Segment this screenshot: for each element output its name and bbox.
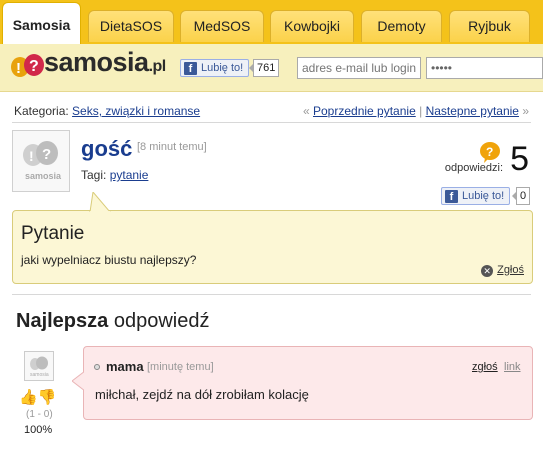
svg-text:?: ? [29,58,39,75]
tab-dietasos[interactable]: DietaSOS [88,10,174,42]
svg-text:?: ? [42,146,51,163]
default-avatar-icon: samosia [30,356,49,378]
question-bubble: Pytanie jaki wypelniacz biustu najlepszy… [12,192,533,284]
question-title: Pytanie [21,223,85,244]
tab-kowbojki[interactable]: Kowbojki [270,10,354,42]
answers-count: 5 [510,140,529,178]
facebook-like-count: 761 [248,59,280,77]
question-navigation: « Poprzednie pytanie | Nastepne pytanie … [303,104,529,118]
top-tab-bar: Samosia DietaSOS MedSOS Kowbojki Demoty … [0,0,543,44]
tab-ryjbuk[interactable]: Ryjbuk [449,10,530,42]
answer-author-name[interactable]: mama [106,359,144,374]
site-logo-text[interactable]: samosia.pl [44,47,166,78]
category-link[interactable]: Seks, związki i romanse [72,104,200,118]
login-email-input[interactable] [297,57,421,79]
login-password-input[interactable] [426,57,543,79]
best-answer-heading: Najlepsza odpowiedź [16,310,210,332]
report-question-link[interactable]: ✕ Zgłoś [481,264,524,277]
tab-demoty[interactable]: Demoty [361,10,442,42]
tags-label: Tagi: [81,168,107,182]
facebook-like-label: Lubię to! [462,190,505,202]
answers-count-label: odpowiedzi: [444,162,503,174]
facebook-like-button[interactable]: f Lubię to! [180,59,250,77]
svg-text:?: ? [486,145,493,159]
tab-samosia[interactable]: Samosia [2,2,81,44]
bubble-tail [89,192,111,212]
question-facebook-like-button[interactable]: f Lubię to! [441,187,511,205]
report-answer-link[interactable]: zgłoś [472,361,498,373]
vote-count: (1 - 0) [26,409,53,420]
facebook-icon: f [445,190,458,203]
svg-text:!: ! [16,60,21,77]
bubble-tail [72,371,85,391]
thumbs-up-icon[interactable]: 👍 [19,389,38,406]
header-band: ! ? samosia.pl f Lubię to! 761 [0,44,543,92]
question-time: [8 minut temu] [137,141,207,153]
answer-time: [minutę temu] [147,361,214,373]
question-author-avatar: ! ? samosia [12,130,70,192]
default-avatar-icon: ! ? samosia [23,141,62,181]
svg-text:samosia: samosia [25,171,62,181]
answers-icon: ? [480,142,500,163]
next-question-link[interactable]: Nastepne pytanie [426,104,519,118]
category-breadcrumb: Kategoria: Seks, związki i romanse [14,104,200,118]
answer-author-avatar: samosia [24,351,54,381]
answer-text: miłchał, zejdź na dół zrobiłam kolację [95,387,309,402]
question-tags: Tagi: pytanie [81,168,148,182]
facebook-like-label: Lubię to! [201,62,244,74]
svg-text:!: ! [29,148,34,164]
divider [12,294,531,295]
answer-bubble: mama [minutę temu] zgłoś link miłchał, z… [72,346,533,420]
question-text: jaki wypelniacz biustu najlepszy? [21,253,197,267]
answer-permalink[interactable]: link [504,361,521,373]
prev-arrow: « [302,104,310,118]
tab-medsos[interactable]: MedSOS [180,10,264,42]
vote-percentage: 100% [24,424,53,436]
tag-link[interactable]: pytanie [110,168,149,182]
divider [12,122,531,123]
previous-question-link[interactable]: Poprzednie pytanie [313,104,416,118]
thumbs-down-icon[interactable]: 👎 [38,389,57,406]
svg-text:samosia: samosia [30,372,49,378]
question-facebook-like-count: 0 [511,187,531,205]
status-dot [94,364,100,370]
next-arrow: » [522,104,529,118]
report-label: Zgłoś [497,264,524,276]
question-author-name[interactable]: gość [81,136,132,162]
samosia-logo-icon[interactable]: ! ? [10,52,46,82]
facebook-icon: f [184,62,197,75]
category-label: Kategoria: [14,104,69,118]
nav-separator: | [419,104,423,118]
close-icon: ✕ [481,265,494,277]
vote-buttons: 👍👎 [19,388,56,406]
